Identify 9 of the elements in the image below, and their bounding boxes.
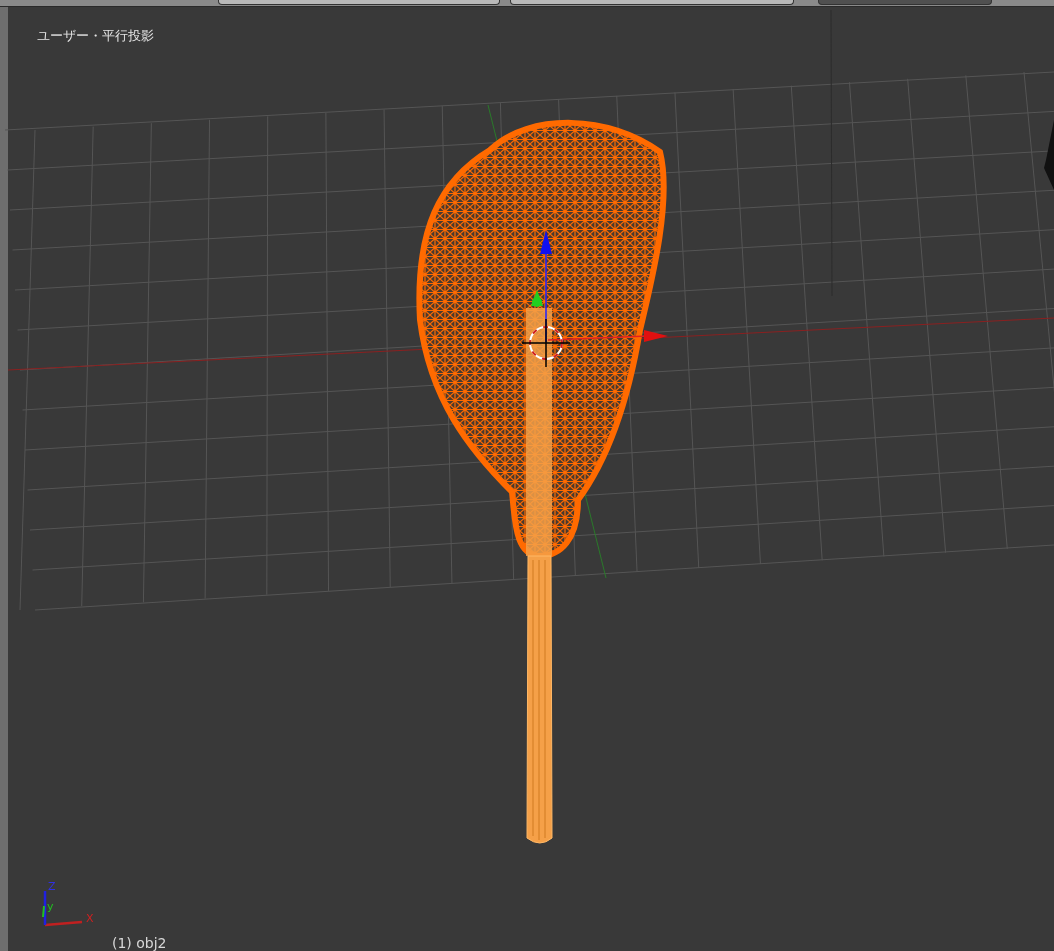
3d-cursor-icon [521,318,571,368]
object-label: (1) obj2 [112,935,167,951]
axis-indicator-drawing [42,891,83,927]
view-label: ユーザー・平行投影 [37,27,154,45]
axis-label: X [86,912,94,925]
axis-label: y [47,900,54,913]
axis-label: Z [48,880,56,893]
header-field[interactable] [510,0,794,5]
header-field[interactable] [218,0,500,5]
